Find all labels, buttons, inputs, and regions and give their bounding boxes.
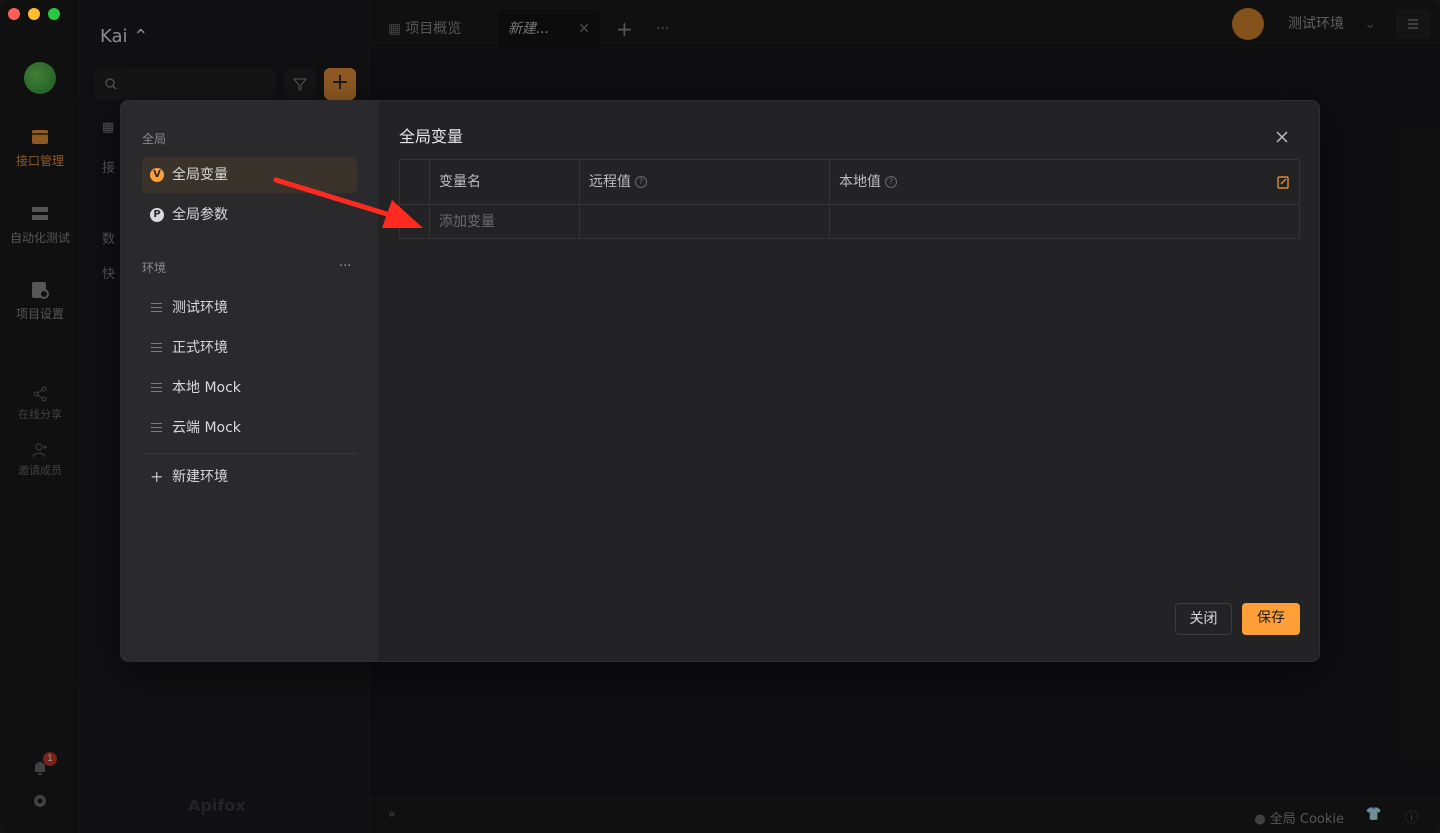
close-window-button[interactable] (8, 8, 20, 20)
variable-icon: V (150, 168, 164, 182)
variables-table: 变量名 远程值? 本地值? 添加变量 (399, 159, 1300, 239)
new-env-button[interactable]: + 新建环境 (142, 459, 357, 495)
env-item[interactable]: 云端 Mock (142, 410, 357, 446)
env-more-button[interactable]: ··· (339, 259, 351, 274)
env-label: 测试环境 (172, 300, 228, 316)
save-button[interactable]: 保存 (1242, 603, 1300, 635)
drag-handle-icon[interactable] (151, 303, 162, 315)
close-button[interactable]: 关闭 (1175, 603, 1232, 635)
env-label: 云端 Mock (172, 420, 241, 436)
env-item[interactable]: 测试环境 (142, 290, 357, 326)
help-icon[interactable]: ? (885, 176, 897, 188)
column-header-local-label: 本地值 (839, 174, 881, 190)
drag-handle-icon[interactable] (151, 383, 162, 395)
remote-value-cell[interactable] (580, 205, 829, 239)
nav-divider (142, 453, 357, 454)
column-header-name: 变量名 (439, 174, 481, 190)
section-global-label: 全局 (142, 132, 167, 146)
env-label: 正式环境 (172, 340, 228, 356)
column-header-remote-label: 远程值 (589, 174, 631, 190)
drag-handle-icon[interactable] (151, 423, 162, 435)
nav-label: 全局变量 (172, 167, 228, 183)
maximize-window-button[interactable] (48, 8, 60, 20)
add-variable-input[interactable]: 添加变量 (439, 205, 579, 239)
env-label: 本地 Mock (172, 380, 241, 396)
annotation-arrow (273, 177, 423, 228)
column-header-local: 本地值? (839, 160, 897, 205)
env-item[interactable]: 正式环境 (142, 330, 357, 366)
app-window: 接口管理 自动化测试 项目设置 在线分享 邀请成员 1 Kai ⌃ + ▦ 接 … (0, 0, 1440, 833)
help-icon[interactable]: ? (635, 176, 647, 188)
plus-icon: + (150, 467, 164, 486)
nav-label: 全局参数 (172, 207, 228, 223)
local-value-cell[interactable] (830, 205, 1299, 239)
modal-title: 全局变量 (399, 127, 464, 146)
section-env-label: 环境 (142, 261, 167, 275)
parameter-icon: P (150, 208, 164, 222)
column-header-remote: 远程值? (589, 160, 647, 205)
drag-handle-icon[interactable] (151, 343, 162, 355)
new-env-label: 新建环境 (172, 469, 228, 485)
minimize-window-button[interactable] (28, 8, 40, 20)
close-icon[interactable] (1274, 129, 1290, 145)
window-controls (8, 8, 60, 20)
bulk-edit-icon[interactable] (1277, 176, 1290, 189)
env-item[interactable]: 本地 Mock (142, 370, 357, 406)
